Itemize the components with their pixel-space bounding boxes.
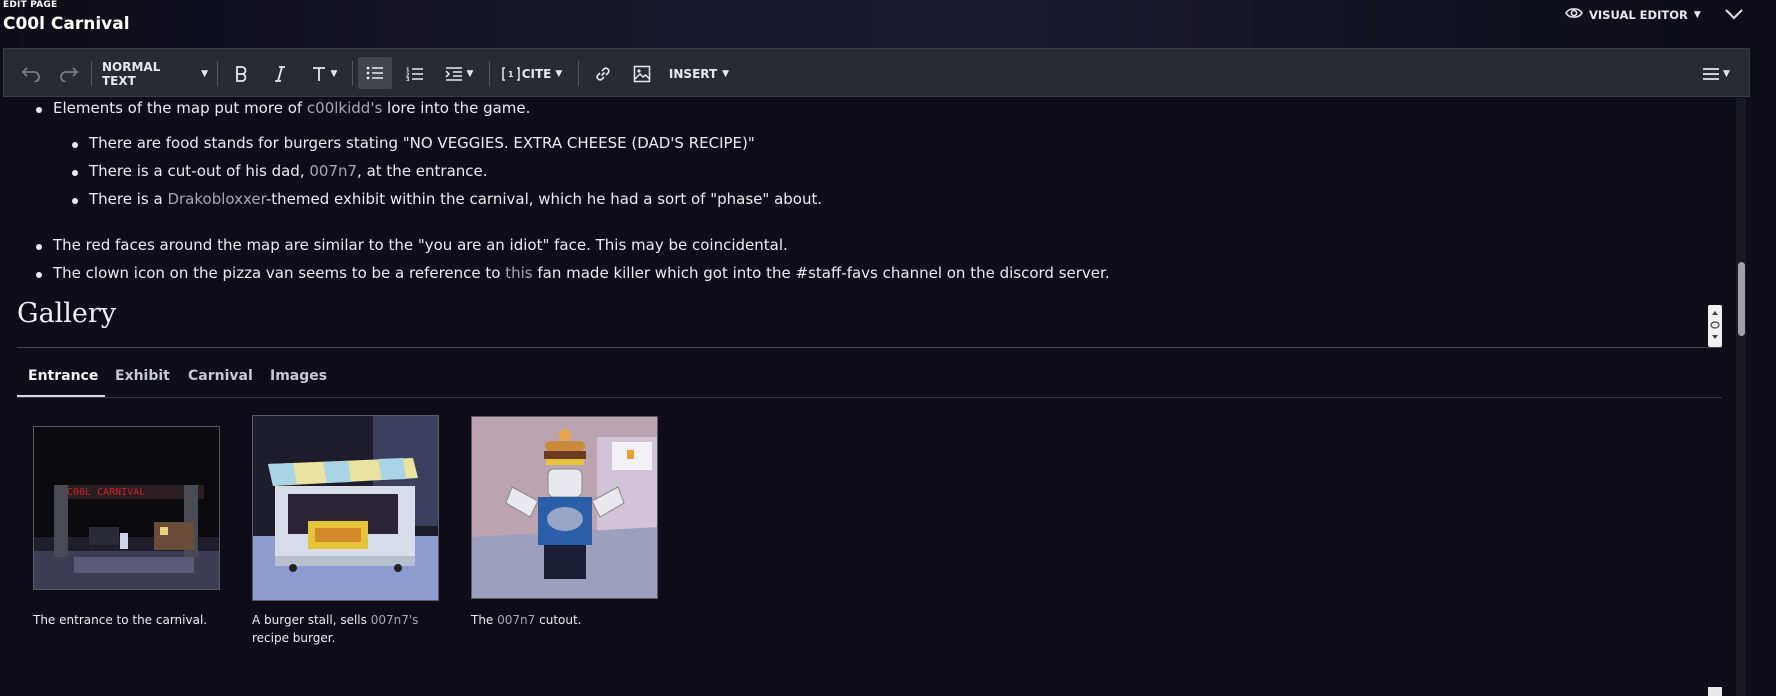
caret-down-icon: ▼ — [555, 68, 563, 79]
scrollbar-thumb[interactable] — [1738, 262, 1745, 336]
caption-text: cutout. — [535, 613, 582, 627]
numbered-list-icon: 123 — [406, 67, 423, 81]
insert-dropdown[interactable]: INSERT ▼ — [664, 49, 734, 98]
caret-down-icon: ▼ — [466, 68, 474, 79]
editor-toolbar: NORMAL TEXT ▼ ▼ 123 ▼ 1 CITE ▼ INSERT ▼ … — [3, 48, 1750, 97]
list-item-text: -themed exhibit within the carnival, whi… — [265, 190, 823, 208]
undo-icon — [21, 66, 40, 82]
list-item: The red faces around the map are similar… — [36, 236, 788, 254]
tab-entrance[interactable]: Entrance — [28, 368, 98, 384]
scroll-arrow-handle[interactable] — [1708, 687, 1722, 696]
gallery-caption: The 007n7 cutout. — [471, 611, 582, 629]
image-button[interactable] — [627, 49, 657, 98]
bold-button[interactable] — [227, 49, 255, 98]
insert-label: INSERT — [668, 66, 718, 81]
list-item: Elements of the map put more of c00lkidd… — [35, 99, 531, 117]
caret-down-icon: ▼ — [722, 68, 730, 79]
list-item-text: , at the entrance. — [357, 162, 488, 180]
svg-text:1: 1 — [508, 70, 514, 79]
list-item: There are food stands for burgers statin… — [72, 134, 755, 152]
cite-label: CITE — [521, 66, 552, 81]
link-button[interactable] — [588, 49, 618, 98]
edit-page-label: EDIT PAGE — [3, 0, 58, 10]
link-007n7[interactable]: 007n7 — [309, 162, 357, 180]
gallery-heading: Gallery — [17, 298, 117, 329]
text-style-icon — [312, 66, 325, 81]
list-item-text: Elements of the map put more of — [53, 99, 307, 117]
editor-mode-label: VISUAL EDITOR — [1589, 7, 1688, 22]
list-item-text: fan made killer which got into the #staf… — [532, 264, 1110, 282]
cite-icon: 1 — [501, 66, 520, 81]
indent-dropdown[interactable]: ▼ — [440, 49, 478, 98]
toolbar-separator — [217, 61, 218, 86]
list-item-text: The clown icon on the pizza van seems to… — [53, 264, 506, 282]
bullet-list-button[interactable] — [358, 57, 392, 89]
link-drakobloxxer[interactable]: Drakobloxxer — [167, 190, 265, 208]
list-item-text: There is a — [89, 190, 168, 208]
scrollbar-track[interactable] — [1736, 98, 1746, 696]
list-item: The clown icon on the pizza van seems to… — [36, 264, 1110, 282]
paragraph-format-dropdown[interactable]: NORMAL TEXT ▼ — [102, 49, 208, 98]
text-style-dropdown[interactable]: ▼ — [306, 49, 342, 98]
caret-down-icon: ▼ — [201, 68, 208, 79]
list-item-text: The red faces around the map are similar… — [53, 236, 788, 254]
toolbar-separator — [489, 61, 490, 86]
toolbar-separator — [352, 61, 353, 86]
indent-icon — [445, 66, 462, 81]
visual-editor-switch[interactable]: VISUAL EDITOR ▼ — [1565, 6, 1701, 23]
link-icon — [596, 66, 610, 81]
caption-text: The entrance to the carnival. — [33, 613, 208, 627]
caption-link-007n7[interactable]: 007n7 — [497, 613, 535, 627]
numbered-list-button[interactable]: 123 — [400, 49, 430, 98]
gallery-image-entrance[interactable]: C00L CARNIVAL — [33, 426, 220, 590]
link-c00lkidd[interactable]: c00lkidd's — [307, 99, 382, 117]
list-item: There is a cut-out of his dad, 007n7, at… — [72, 162, 488, 180]
gallery-edit-handle[interactable] — [1708, 305, 1722, 347]
page-title: C00l Carnival — [3, 14, 130, 34]
gallery-caption: A burger stall, sells 007n7's recipe burg… — [252, 611, 418, 647]
collapse-button[interactable] — [1722, 2, 1746, 26]
caption-text: A burger stall, sells — [252, 613, 371, 627]
svg-text:3: 3 — [406, 77, 410, 81]
gallery-caption: The entrance to the carnival. — [33, 611, 207, 629]
toolbar-separator — [91, 61, 92, 86]
page-options-menu[interactable]: ▼ — [1696, 49, 1736, 98]
list-item: There is a Drakobloxxer-themed exhibit w… — [71, 190, 823, 208]
tab-carnival[interactable]: Carnival — [188, 368, 253, 384]
editor-header: EDIT PAGE C00l Carnival VISUAL EDITOR ▼ — [0, 0, 1776, 48]
italic-icon — [275, 65, 285, 82]
link-this[interactable]: this — [505, 264, 532, 282]
redo-button[interactable] — [54, 49, 84, 98]
hamburger-menu-icon — [1703, 67, 1720, 80]
bullet-list-icon — [366, 66, 383, 80]
caret-down-icon: ▼ — [330, 68, 338, 79]
heading-divider — [17, 347, 1722, 348]
caret-down-icon: ▼ — [1693, 9, 1701, 20]
caret-down-icon: ▼ — [1723, 68, 1730, 79]
tab-exhibit[interactable]: Exhibit — [115, 368, 170, 384]
tab-images[interactable]: Images — [270, 368, 327, 384]
chevron-down-icon — [1725, 9, 1743, 20]
caption-link-007n7s[interactable]: 007n7's — [371, 613, 419, 627]
caption-text: recipe burger. — [252, 631, 336, 645]
italic-button[interactable] — [266, 49, 294, 98]
image-icon — [633, 65, 651, 82]
list-item-text: lore into the game. — [382, 99, 531, 117]
cite-dropdown[interactable]: 1 CITE ▼ — [500, 49, 564, 98]
caption-text: The — [471, 613, 498, 627]
gallery-image-burger-stall[interactable] — [252, 415, 439, 601]
list-item-text: There is a cut-out of his dad, — [89, 162, 310, 180]
gallery-image-007n7-cutout[interactable] — [471, 416, 658, 599]
paragraph-format-label: NORMAL TEXT — [102, 59, 161, 88]
redo-icon — [60, 66, 79, 82]
list-item-text: There are food stands for burgers statin… — [89, 134, 755, 152]
toolbar-separator — [578, 61, 579, 86]
eye-icon — [1565, 6, 1583, 23]
undo-button[interactable] — [16, 49, 46, 98]
bold-icon — [236, 65, 247, 82]
tabs-divider — [17, 397, 1722, 398]
carnival-sign-text: C00L CARNIVAL — [67, 487, 145, 498]
